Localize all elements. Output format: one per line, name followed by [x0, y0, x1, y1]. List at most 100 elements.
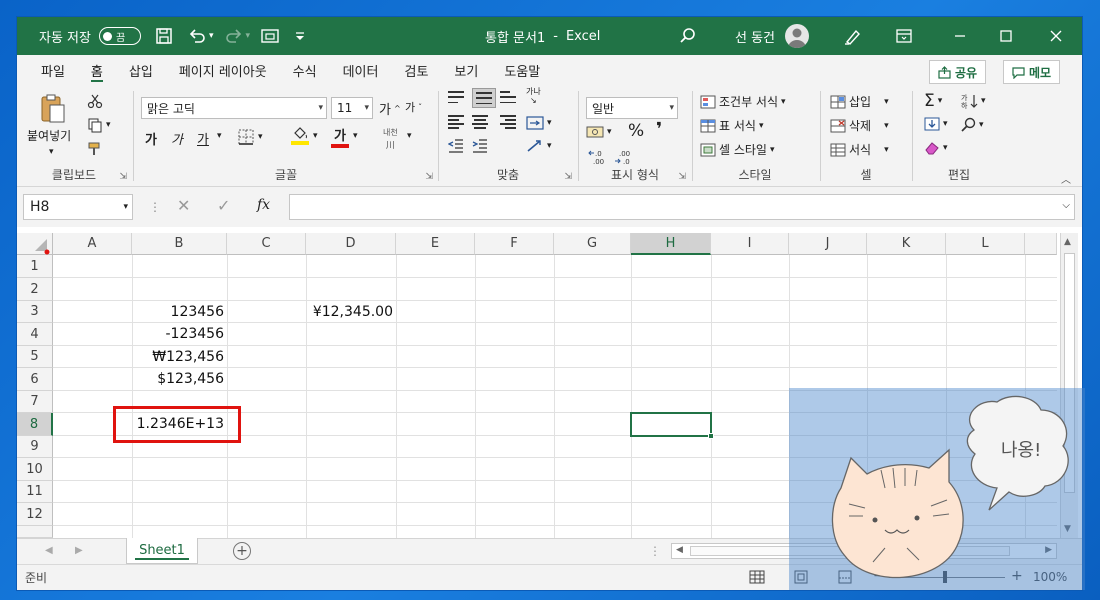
font-name-select[interactable]: 맑은 고딕 ▾	[141, 97, 327, 119]
number-launcher-icon[interactable]: ⇲	[678, 172, 686, 182]
increase-indent-icon[interactable]	[472, 139, 488, 153]
col-header-b[interactable]: B	[132, 233, 227, 255]
underline-dropdown-icon[interactable]: ▾	[217, 131, 222, 141]
row-header-5[interactable]: 5	[17, 346, 53, 368]
row-header-2[interactable]: 2	[17, 278, 53, 301]
tab-help[interactable]: 도움말	[494, 55, 550, 85]
find-select-icon[interactable]: ▾	[960, 117, 984, 133]
redo-icon[interactable]	[224, 27, 244, 45]
wrap-text-icon[interactable]: ▾	[526, 115, 552, 131]
insert-function-button[interactable]: fx	[257, 197, 270, 213]
decrease-decimal-icon[interactable]: .00.0	[614, 149, 634, 165]
tab-insert[interactable]: 삽입	[119, 55, 163, 85]
row-header-10[interactable]: 10	[17, 458, 53, 481]
split-handle-icon[interactable]: ⋮	[649, 544, 661, 558]
copy-icon[interactable]: ▾	[87, 117, 111, 133]
cell-b4[interactable]: -123456	[132, 323, 227, 345]
number-format-select[interactable]: 일반 ▾	[586, 97, 678, 119]
autosave-toggle[interactable]: 끔	[98, 27, 141, 45]
clipboard-launcher-icon[interactable]: ⇲	[119, 172, 127, 182]
save-icon[interactable]	[155, 27, 173, 45]
cell-styles-button[interactable]: 셀 스타일 ▾	[700, 141, 775, 158]
user-area[interactable]: 선 동건	[735, 17, 810, 55]
redo-dropdown-icon[interactable]: ▾	[246, 31, 251, 41]
row-header-8[interactable]: 8	[17, 413, 53, 436]
fill-dropdown-icon[interactable]: ▾	[313, 131, 318, 141]
comma-style-button[interactable]: ❜	[656, 119, 662, 140]
maximize-button[interactable]	[983, 17, 1029, 55]
alignment-launcher-icon[interactable]: ⇲	[564, 172, 572, 182]
undo-dropdown-icon[interactable]: ▾	[209, 31, 214, 41]
decrease-indent-icon[interactable]	[448, 139, 464, 153]
underline-button[interactable]: 가	[197, 129, 209, 148]
add-sheet-icon[interactable]: +	[233, 542, 251, 560]
cut-icon[interactable]	[87, 93, 103, 109]
phonetic-button[interactable]: 내천 川	[383, 127, 398, 151]
next-sheet-icon[interactable]: ▶	[75, 545, 83, 556]
merge-center-icon[interactable]: ▾	[526, 139, 552, 153]
col-header-l[interactable]: L	[946, 233, 1025, 255]
increase-decimal-icon[interactable]: .0.00	[588, 149, 608, 165]
accounting-format-icon[interactable]: ▾	[586, 125, 612, 139]
col-header-e[interactable]: E	[396, 233, 475, 255]
cancel-icon[interactable]: ✕	[177, 196, 190, 215]
col-header-j[interactable]: J	[789, 233, 867, 255]
search-icon[interactable]	[679, 27, 697, 45]
collapse-ribbon-icon[interactable]: ︿	[1061, 171, 1071, 186]
row-header-9[interactable]: 9	[17, 436, 53, 458]
ribbon-display-icon[interactable]	[881, 17, 927, 55]
autosum-icon[interactable]: Σ ▾	[924, 91, 942, 111]
font-color-dropdown-icon[interactable]: ▾	[353, 131, 358, 141]
row-header-3[interactable]: 3	[17, 301, 53, 323]
name-box[interactable]: H8 ▾	[23, 194, 133, 220]
row-header-11[interactable]: 11	[17, 481, 53, 503]
formula-input[interactable]: ⌵	[289, 194, 1075, 220]
cell-b5[interactable]: ₩123,456	[132, 346, 227, 368]
prev-sheet-icon[interactable]: ◀	[45, 545, 53, 556]
insert-cells-button[interactable]: 삽입 ▾	[830, 93, 889, 110]
sheet-tab-sheet1[interactable]: Sheet1	[126, 538, 198, 564]
tab-view[interactable]: 보기	[444, 55, 488, 85]
cell-d3[interactable]: ¥12,345.00	[306, 301, 396, 323]
avatar[interactable]	[785, 24, 810, 48]
row-header-13[interactable]	[17, 526, 53, 538]
grow-font-button[interactable]: 가 ^	[379, 99, 401, 118]
delete-cells-button[interactable]: 삭제 ▾	[830, 117, 889, 134]
row-header-4[interactable]: 4	[17, 323, 53, 346]
cell-b3[interactable]: 123456	[132, 301, 227, 323]
align-top-icon[interactable]	[448, 91, 464, 103]
format-cells-button[interactable]: 서식 ▾	[830, 141, 889, 158]
align-center-icon[interactable]	[472, 115, 488, 129]
paste-dropdown-icon[interactable]: ▾	[49, 147, 54, 157]
row-header-6[interactable]: 6	[17, 368, 53, 391]
share-button[interactable]: 공유	[929, 60, 987, 84]
tab-home[interactable]: 홈	[81, 55, 113, 85]
format-as-table-button[interactable]: 표 서식 ▾	[700, 117, 763, 134]
tab-data[interactable]: 데이터	[333, 55, 389, 85]
align-right-icon[interactable]	[500, 115, 516, 129]
row-header-7[interactable]: 7	[17, 391, 53, 413]
col-header-i[interactable]: I	[711, 233, 789, 255]
borders-icon[interactable]: ▾	[237, 129, 263, 145]
customize-qat-icon[interactable]	[294, 30, 306, 42]
col-header-k[interactable]: K	[867, 233, 946, 255]
col-header-h[interactable]: H	[631, 233, 711, 255]
fill-icon[interactable]: ▾	[924, 117, 948, 131]
font-launcher-icon[interactable]: ⇲	[425, 172, 433, 182]
paste-icon[interactable]	[39, 93, 67, 125]
fill-handle[interactable]	[708, 433, 714, 439]
sort-filter-icon[interactable]: 가 하 ▾	[960, 93, 986, 109]
col-header-d[interactable]: D	[306, 233, 396, 255]
conditional-formatting-button[interactable]: 조건부 서식 ▾	[700, 93, 786, 110]
align-middle-icon[interactable]	[472, 88, 496, 108]
touch-mode-icon[interactable]	[260, 27, 280, 45]
scroll-up-icon[interactable]: ▲	[1064, 237, 1071, 247]
paste-label[interactable]: 붙여넣기	[27, 127, 71, 144]
tab-file[interactable]: 파일	[31, 55, 75, 85]
scroll-left-icon[interactable]: ◀	[676, 545, 683, 555]
col-header-c[interactable]: C	[227, 233, 306, 255]
clear-icon[interactable]: ▾	[924, 141, 948, 155]
percent-style-button[interactable]: %	[628, 121, 644, 141]
comments-button[interactable]: 메모	[1003, 60, 1061, 84]
pen-icon[interactable]	[843, 26, 863, 46]
